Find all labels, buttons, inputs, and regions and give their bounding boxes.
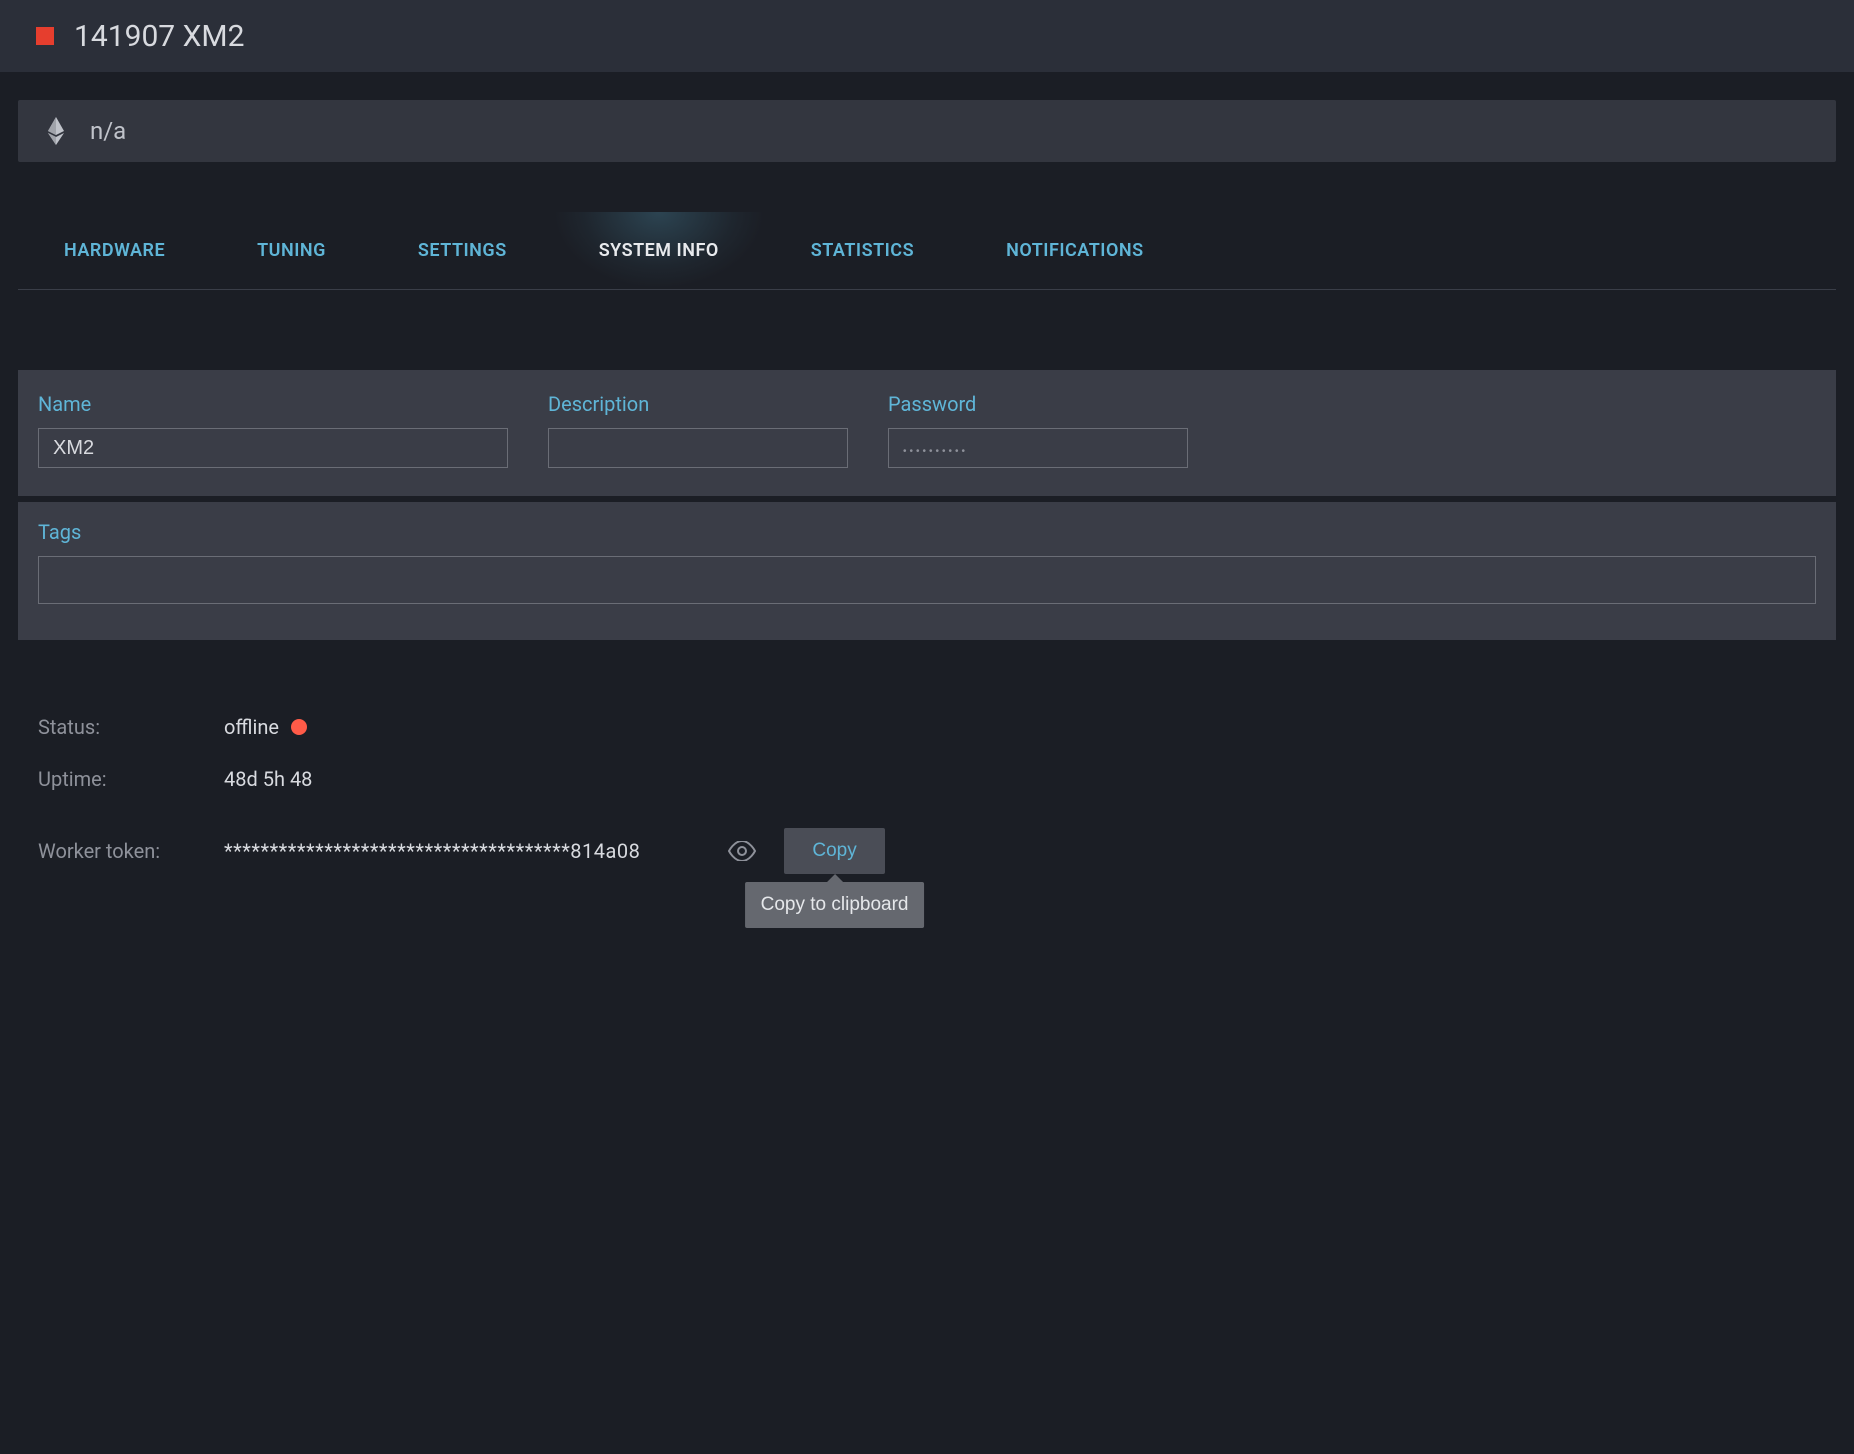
form-group-password: Password xyxy=(888,392,1188,468)
tab-statistics[interactable]: STATISTICS xyxy=(765,212,960,289)
status-value: offline xyxy=(224,715,279,739)
page-title: 141907 XM2 xyxy=(74,19,244,54)
name-input[interactable] xyxy=(38,428,508,468)
copy-button-label: Copy xyxy=(812,840,856,861)
tab-hardware[interactable]: HARDWARE xyxy=(18,212,211,289)
status-dot-icon xyxy=(291,719,307,735)
tab-tuning[interactable]: TUNING xyxy=(211,212,372,289)
tags-label: Tags xyxy=(38,520,1816,544)
status-indicator-square xyxy=(36,27,54,45)
copy-tooltip: Copy to clipboard xyxy=(745,882,925,928)
tags-panel: Tags xyxy=(18,502,1836,640)
reveal-token-icon[interactable] xyxy=(728,841,756,861)
uptime-value: 48d 5h 48 xyxy=(224,767,312,791)
details-section: Status: offline Uptime: 48d 5h 48 Worker… xyxy=(38,708,1816,874)
token-label: Worker token: xyxy=(38,839,224,863)
status-label: Status: xyxy=(38,715,224,739)
header-bar: 141907 XM2 xyxy=(0,0,1854,72)
password-input[interactable] xyxy=(888,428,1188,468)
uptime-row: Uptime: 48d 5h 48 xyxy=(38,760,1816,798)
tab-notifications[interactable]: NOTIFICATIONS xyxy=(960,212,1190,289)
uptime-label: Uptime: xyxy=(38,767,224,791)
info-bar-text: n/a xyxy=(90,117,126,145)
tab-settings[interactable]: SETTINGS xyxy=(372,212,553,289)
name-label: Name xyxy=(38,392,508,416)
token-row: Worker token: **************************… xyxy=(38,828,1816,874)
form-panel: Name Description Password xyxy=(18,370,1836,496)
copy-button[interactable]: Copy Copy to clipboard xyxy=(784,828,884,874)
description-input[interactable] xyxy=(548,428,848,468)
ethereum-icon xyxy=(46,116,66,146)
tags-input[interactable] xyxy=(38,556,1816,604)
info-bar[interactable]: n/a xyxy=(18,100,1836,162)
status-value-wrap: offline xyxy=(224,715,307,739)
password-label: Password xyxy=(888,392,1188,416)
tabs-container: HARDWARE TUNING SETTINGS SYSTEM INFO STA… xyxy=(18,212,1836,290)
form-group-description: Description xyxy=(548,392,848,468)
tab-system-info[interactable]: SYSTEM INFO xyxy=(553,212,765,289)
token-value: **************************************81… xyxy=(224,839,640,863)
description-label: Description xyxy=(548,392,848,416)
form-group-name: Name xyxy=(38,392,508,468)
status-row: Status: offline xyxy=(38,708,1816,746)
